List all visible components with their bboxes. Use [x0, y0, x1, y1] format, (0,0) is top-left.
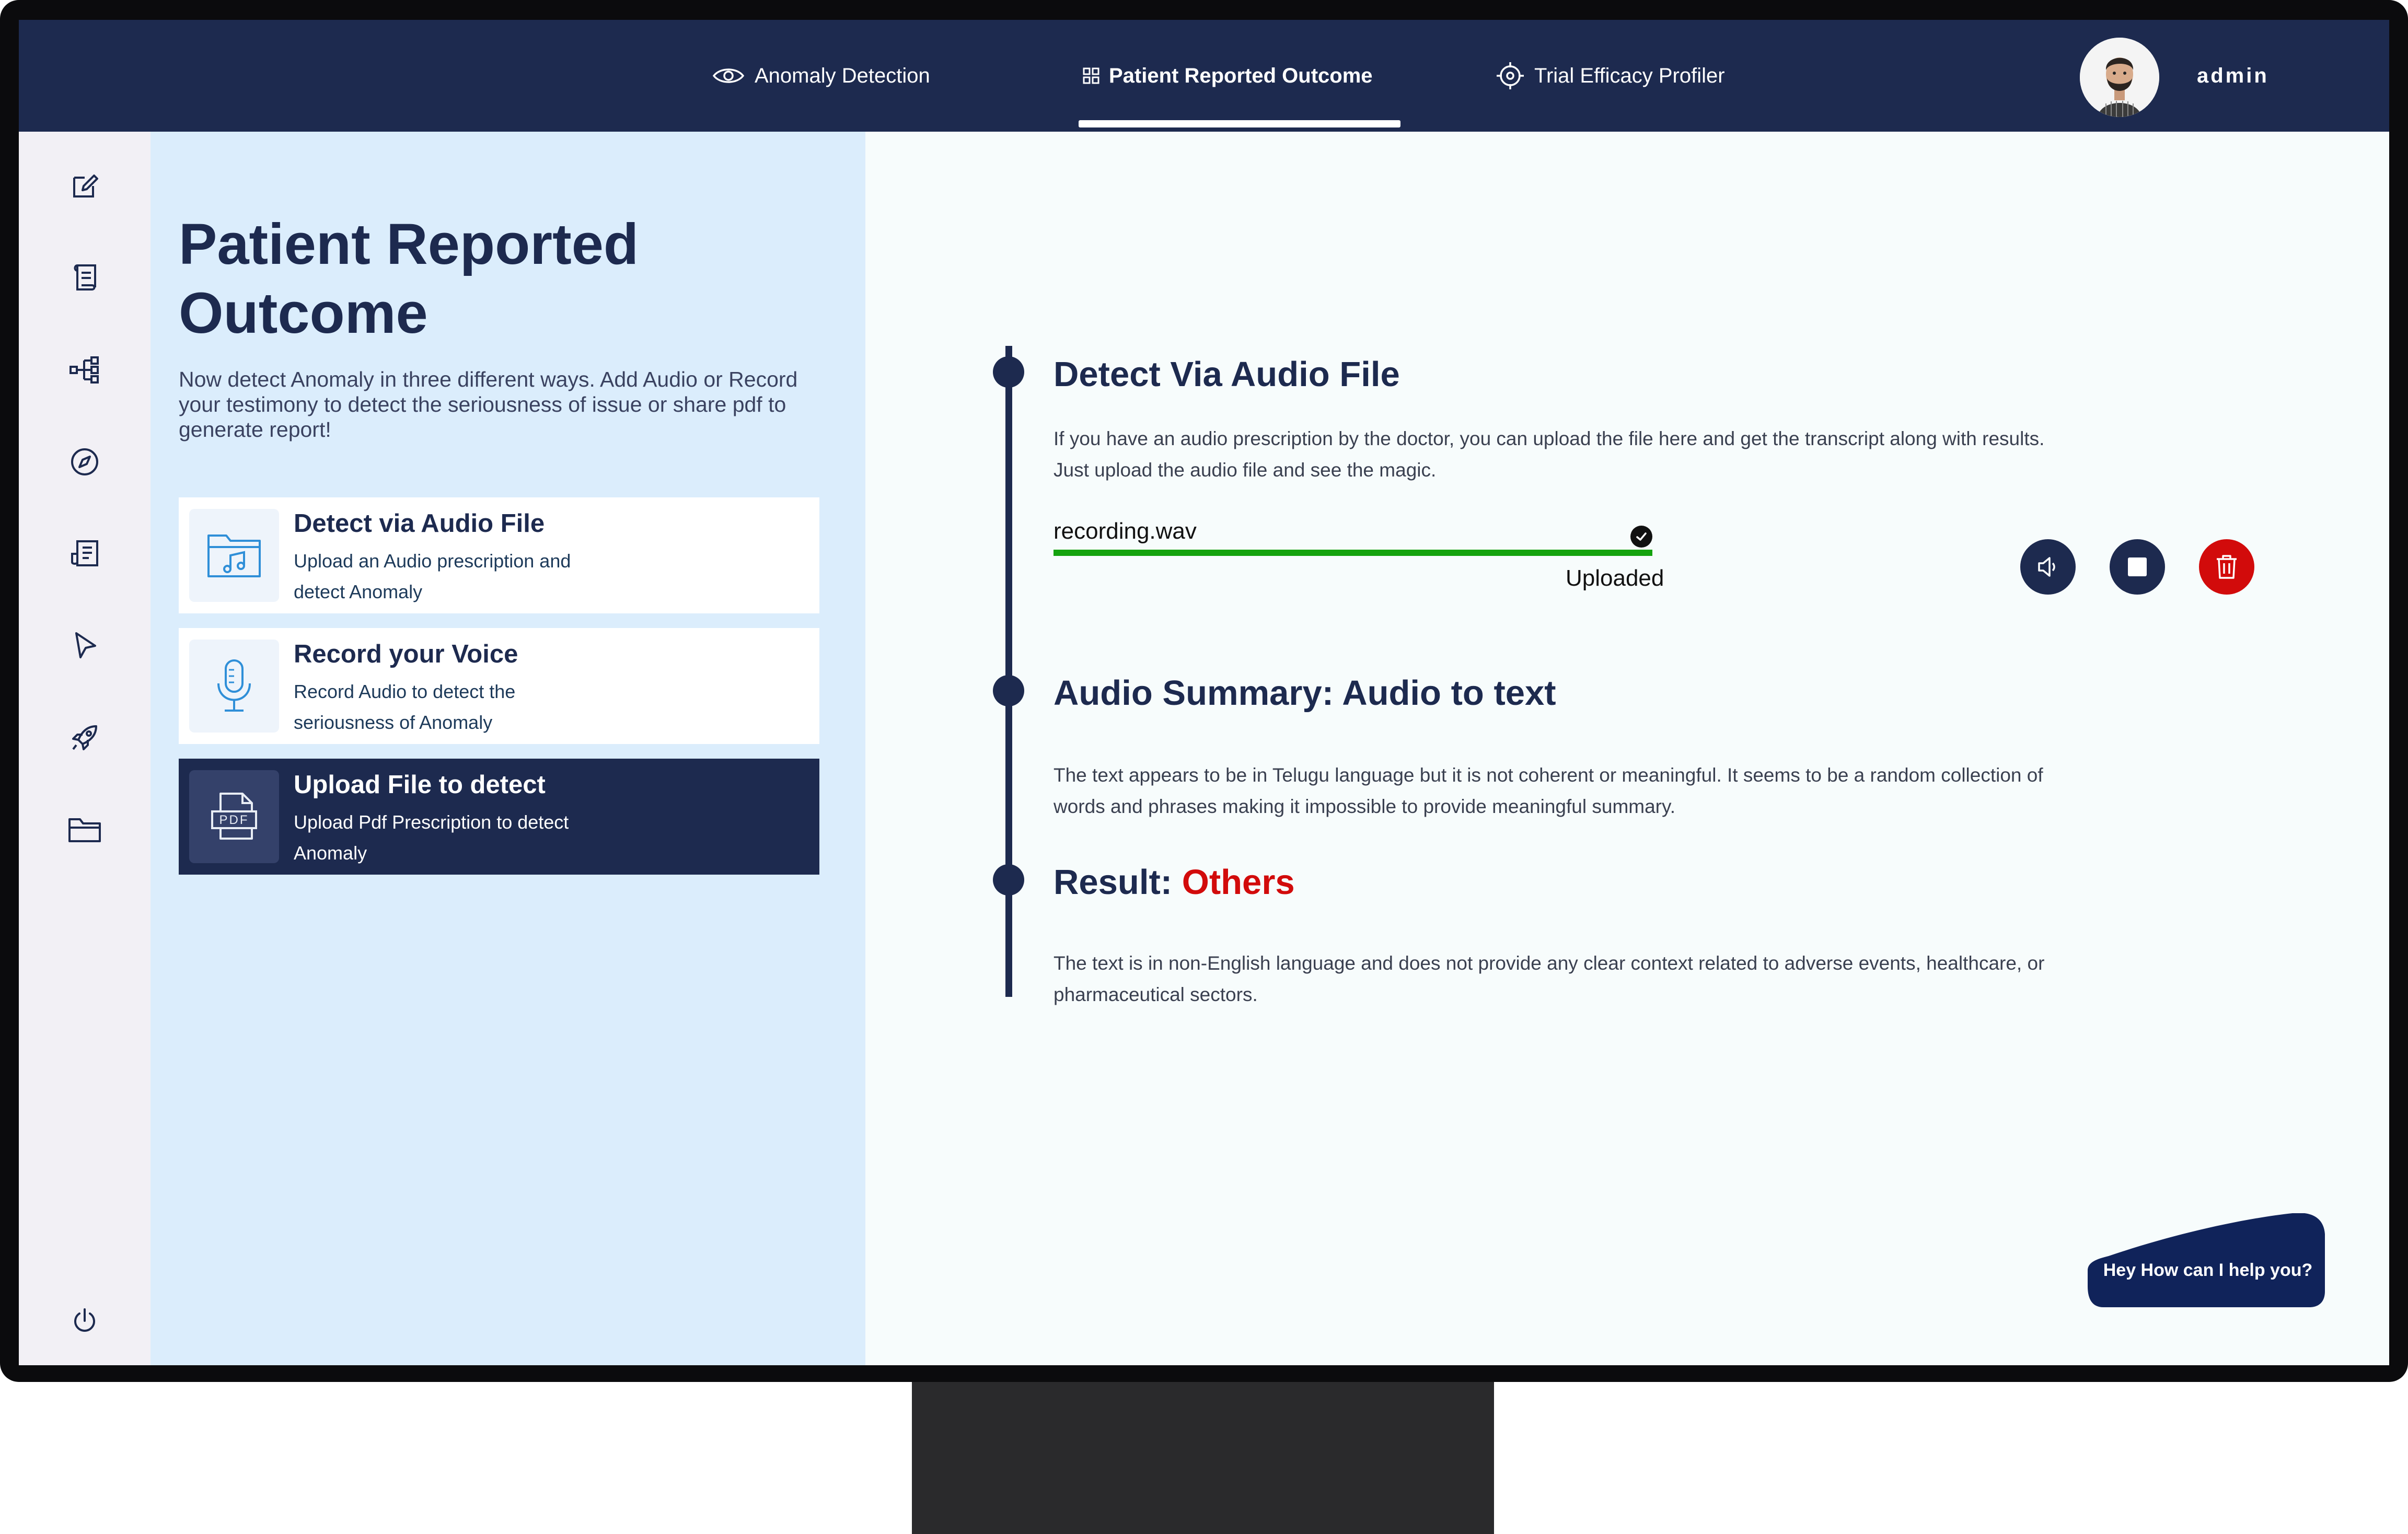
- card-icon-box: PDF: [189, 770, 279, 863]
- hierarchy-icon: [70, 356, 99, 384]
- result-value: Others: [1182, 863, 1295, 902]
- summary-title: Audio Summary: Audio to text: [1054, 673, 1556, 713]
- eye-icon: [712, 68, 745, 83]
- sidebar-item-compass[interactable]: [66, 443, 103, 481]
- tab-trial-efficacy-profiler[interactable]: Trial Efficacy Profiler: [1496, 20, 1725, 132]
- tab-anomaly-detection[interactable]: Anomaly Detection: [712, 20, 930, 132]
- document-icon: [71, 540, 98, 566]
- stop-button[interactable]: [2110, 539, 2165, 595]
- sidebar-item-hierarchy[interactable]: [66, 351, 103, 389]
- folder-icon: [68, 818, 101, 842]
- page-title: Patient Reported Outcome: [179, 212, 639, 345]
- check-icon: [1630, 526, 1652, 548]
- compass-icon: [71, 448, 98, 475]
- pdf-icon: PDF: [211, 793, 257, 840]
- timeline: [1005, 346, 1012, 997]
- timeline-dot: [993, 864, 1024, 896]
- summary-text: The text appears to be in Telugu languag…: [1054, 764, 2043, 817]
- sidebar-item-edit[interactable]: [66, 167, 103, 205]
- sidebar-item-document[interactable]: [66, 535, 103, 573]
- card-title: Upload File to detect: [294, 771, 546, 799]
- result-label: Result:: [1054, 863, 1182, 902]
- scroll-icon: [74, 264, 96, 290]
- sidebar: [19, 132, 150, 1365]
- sidebar-item-rocket[interactable]: [66, 719, 103, 757]
- speaker-button[interactable]: [2020, 539, 2076, 595]
- sidebar-item-cursor[interactable]: [66, 627, 103, 665]
- timeline-dot: [993, 356, 1024, 388]
- detect-description: If you have an audio prescription by the…: [1054, 428, 2045, 481]
- card-description: Upload an Audio prescription and detect …: [294, 550, 571, 602]
- card-description: Upload Pdf Prescription to detect Anomal…: [294, 811, 569, 864]
- chat-label: Hey How can I help you?: [2103, 1260, 2313, 1280]
- card-icon-box: [189, 640, 279, 733]
- delete-button[interactable]: [2199, 539, 2254, 595]
- card-icon-box: [189, 509, 279, 602]
- sidebar-item-power[interactable]: [66, 1302, 103, 1340]
- upload-progress-fill: [1054, 550, 1652, 556]
- music-folder-icon: [207, 534, 261, 577]
- edit-icon: [73, 175, 98, 197]
- card-title: Record your Voice: [294, 640, 518, 668]
- crosshair-icon: [1497, 62, 1524, 89]
- timeline-dot: [993, 675, 1024, 706]
- tab-patient-reported-outcome[interactable]: Patient Reported Outcome: [1083, 20, 1373, 132]
- active-tab-indicator: [1079, 120, 1400, 127]
- trash-icon: [2217, 555, 2237, 579]
- result-text: The text is in non-English language and …: [1054, 952, 2045, 1005]
- detect-title: Detect Via Audio File: [1054, 355, 1400, 394]
- result-heading: Result: Others: [1054, 862, 1295, 902]
- top-navigation: Anomaly Detection Patient Reported Outco…: [19, 20, 2389, 132]
- monitor-stand: [912, 1382, 1494, 1534]
- sidebar-item-scroll[interactable]: [66, 259, 103, 297]
- cursor-icon: [75, 632, 96, 658]
- microphone-icon: [217, 659, 251, 712]
- page-description: Now detect Anomaly in three different wa…: [179, 367, 798, 441]
- speaker-icon: [2038, 557, 2055, 577]
- app-screen: Anomaly Detection Patient Reported Outco…: [19, 20, 2389, 1365]
- stop-icon: [2128, 557, 2147, 576]
- tab-label: Anomaly Detection: [755, 64, 930, 87]
- option-card-record-voice[interactable]: Record your Voice Record Audio to detect…: [179, 628, 819, 744]
- power-icon: [74, 1308, 95, 1332]
- avatar[interactable]: [2080, 38, 2159, 117]
- user-name[interactable]: admin: [2197, 20, 2269, 132]
- chat-assistant-button[interactable]: Hey How can I help you?: [2088, 1213, 2328, 1309]
- rocket-icon: [72, 725, 97, 750]
- upload-status: Uploaded: [1566, 565, 1664, 591]
- card-description: Record Audio to detect the seriousness o…: [294, 681, 516, 733]
- option-card-audio-file[interactable]: Detect via Audio File Upload an Audio pr…: [179, 497, 819, 613]
- main-content: Detect Via Audio File If you have an aud…: [865, 132, 2389, 1365]
- grid-icon: [1083, 67, 1099, 84]
- upload-progress-bar: [1054, 550, 1652, 556]
- sidebar-item-folder[interactable]: [66, 811, 103, 849]
- tab-label: Patient Reported Outcome: [1109, 64, 1373, 87]
- options-panel: Patient Reported Outcome Now detect Anom…: [150, 132, 865, 1365]
- option-card-upload-pdf[interactable]: PDF Upload File to detect Upload Pdf Pre…: [179, 759, 819, 875]
- tab-label: Trial Efficacy Profiler: [1534, 64, 1725, 87]
- card-title: Detect via Audio File: [294, 509, 545, 538]
- uploaded-file-name: recording.wav: [1054, 518, 1197, 544]
- pdf-icon-label: PDF: [219, 813, 249, 827]
